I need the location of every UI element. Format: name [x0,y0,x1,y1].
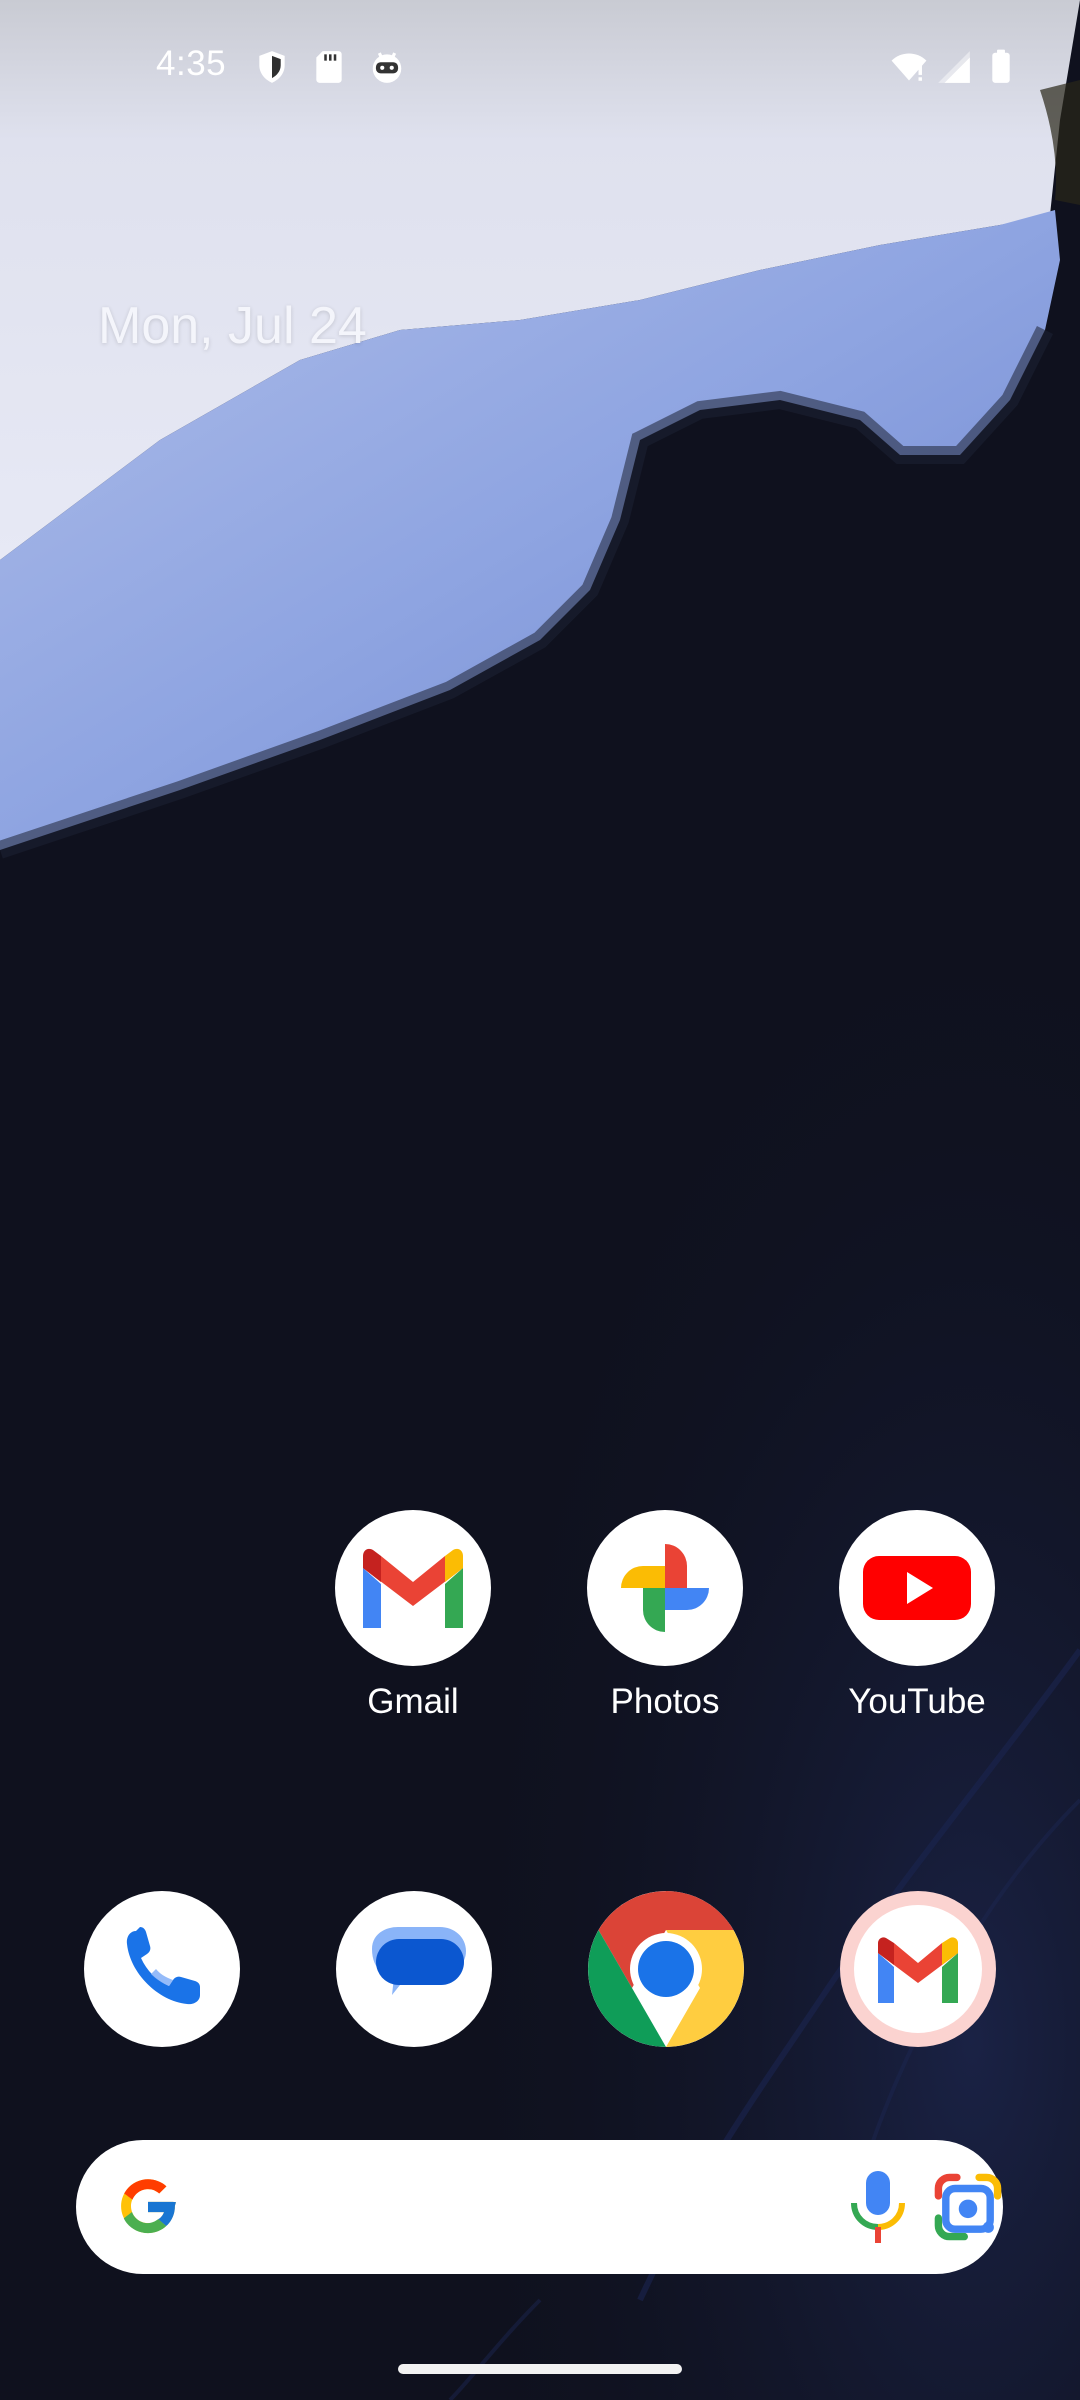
sd-card-icon [310,48,348,86]
dock-messages[interactable] [336,1891,492,2047]
wifi-alert-icon [888,48,930,86]
google-g-icon [114,2173,182,2241]
gmail-icon [335,1510,491,1666]
dock-gmail[interactable] [840,1891,996,2047]
photos-icon [587,1510,743,1666]
app-youtube[interactable]: YouTube [839,1510,995,1721]
google-lens-icon[interactable] [931,2170,1005,2244]
search-input[interactable] [206,2170,806,2244]
app-photos[interactable]: Photos [587,1510,743,1721]
status-bar: 4:35 [0,0,1080,130]
shield-icon [253,48,291,86]
home-date[interactable]: Mon, Jul 24 [98,296,367,356]
youtube-icon [839,1510,995,1666]
app-label-youtube: YouTube [848,1682,986,1721]
gesture-nav-handle[interactable] [398,2364,682,2374]
messages-icon [336,1891,492,2047]
android-face-icon [368,48,406,86]
microphone-icon[interactable] [846,2167,910,2247]
app-label-photos: Photos [610,1682,720,1721]
app-label-gmail: Gmail [367,1682,459,1721]
phone-icon [84,1891,240,2047]
cell-signal-icon [935,48,973,86]
dock-phone[interactable] [84,1891,240,2047]
gmail-icon [840,1891,996,2047]
google-search-bar[interactable] [76,2140,1003,2274]
chrome-icon [588,1891,744,2047]
home-screen: 4:35 Mon, Jul 24 Gmail Photos YouTube [0,0,1080,2400]
app-gmail[interactable]: Gmail [335,1510,491,1721]
dock-chrome[interactable] [588,1891,744,2047]
battery-icon [982,48,1020,86]
status-time: 4:35 [156,44,227,83]
